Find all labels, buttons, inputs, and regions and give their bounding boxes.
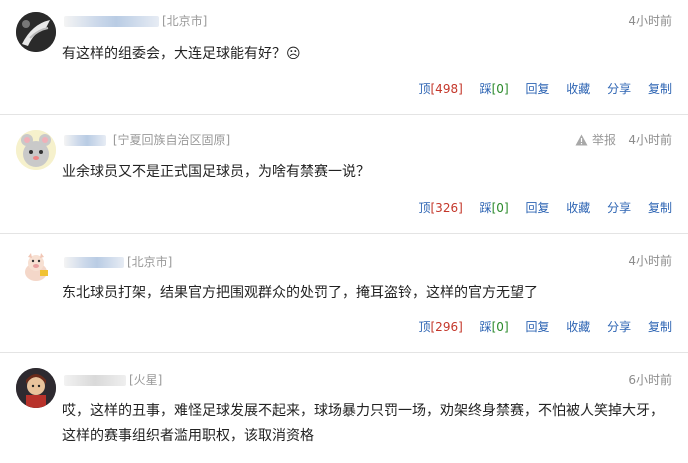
reply-button[interactable]: 回复: [525, 82, 549, 96]
downvote-count: [0]: [491, 320, 509, 334]
comment-time: 4小时前: [628, 14, 672, 28]
favorite-button[interactable]: 收藏: [566, 320, 590, 334]
comment-actions: 顶[326] 踩[0] 回复 收藏 分享 复制: [405, 199, 672, 216]
report-button[interactable]: 举报: [575, 131, 616, 149]
upvote-button[interactable]: 顶[326]: [418, 201, 462, 215]
downvote-count: [0]: [491, 201, 509, 215]
upvote-count: [498]: [430, 82, 463, 96]
comment-time: 4小时前: [628, 133, 672, 147]
report-label: 举报: [591, 133, 616, 147]
copy-button[interactable]: 复制: [648, 82, 672, 96]
downvote-button[interactable]: 踩[0]: [480, 82, 509, 96]
comment-actions: 顶[498] 踩[0] 回复 收藏 分享 复制: [405, 80, 672, 97]
favorite-button[interactable]: 收藏: [566, 82, 590, 96]
avatar[interactable]: [16, 130, 56, 170]
username[interactable]: [北京市]: [64, 12, 207, 29]
upvote-button[interactable]: 顶[296]: [418, 320, 462, 334]
warning-icon: [575, 134, 588, 149]
upvote-count: [296]: [430, 320, 463, 334]
downvote-count: [0]: [491, 82, 509, 96]
username[interactable]: [火星]: [64, 371, 162, 388]
comment-text: 哎，这样的丑事，难怪足球发展不起来，球场暴力只罚一场，劝架终身禁赛，不怕被人笑掉…: [62, 403, 664, 444]
copy-button[interactable]: 复制: [648, 201, 672, 215]
comment-time: 4小时前: [628, 254, 672, 268]
comment-text: 东北球员打架，结果官方把围观群众的处罚了，掩耳盗铃，这样的官方无望了: [62, 285, 538, 301]
comment-item: [宁夏回族自治区固原] 举报 4小时前 业余球员又不是正式国足球员，为啥有禁赛一…: [0, 116, 688, 234]
share-button[interactable]: 分享: [607, 320, 631, 334]
avatar[interactable]: [16, 12, 56, 52]
share-button[interactable]: 分享: [607, 82, 631, 96]
comment-item: [北京市] 4小时前 有这样的组委会，大连足球能有好？☹ 顶[498] 踩[0]…: [0, 0, 688, 115]
share-button[interactable]: 分享: [607, 201, 631, 215]
upvote-count: [326]: [430, 201, 463, 215]
user-location: [火星]: [129, 373, 163, 387]
comment-text: 业余球员又不是正式国足球员，为啥有禁赛一说？: [62, 164, 370, 180]
avatar[interactable]: [16, 368, 56, 408]
comment-actions: 顶[296] 踩[0] 回复 收藏 分享 复制: [405, 318, 672, 335]
favorite-button[interactable]: 收藏: [566, 201, 590, 215]
reply-button[interactable]: 回复: [525, 320, 549, 334]
comment-time: 6小时前: [628, 373, 672, 387]
username[interactable]: [北京市]: [64, 253, 172, 270]
comment-text: 有这样的组委会，大连足球能有好？☹: [62, 46, 301, 62]
username[interactable]: [宁夏回族自治区固原]: [64, 131, 230, 148]
user-location: [北京市]: [127, 255, 173, 269]
downvote-button[interactable]: 踩[0]: [480, 201, 509, 215]
user-location: [北京市]: [162, 14, 208, 28]
copy-button[interactable]: 复制: [648, 320, 672, 334]
upvote-button[interactable]: 顶[498]: [418, 82, 462, 96]
user-location: [宁夏回族自治区固原]: [112, 133, 231, 147]
downvote-button[interactable]: 踩[0]: [480, 320, 509, 334]
comment-item: [火星] 6小时前 哎，这样的丑事，难怪足球发展不起来，球场暴力只罚一场，劝架终…: [0, 354, 688, 463]
avatar[interactable]: [16, 248, 56, 288]
reply-button[interactable]: 回复: [525, 201, 549, 215]
comment-item: [北京市] 4小时前 东北球员打架，结果官方把围观群众的处罚了，掩耳盗铃，这样的…: [0, 235, 688, 353]
